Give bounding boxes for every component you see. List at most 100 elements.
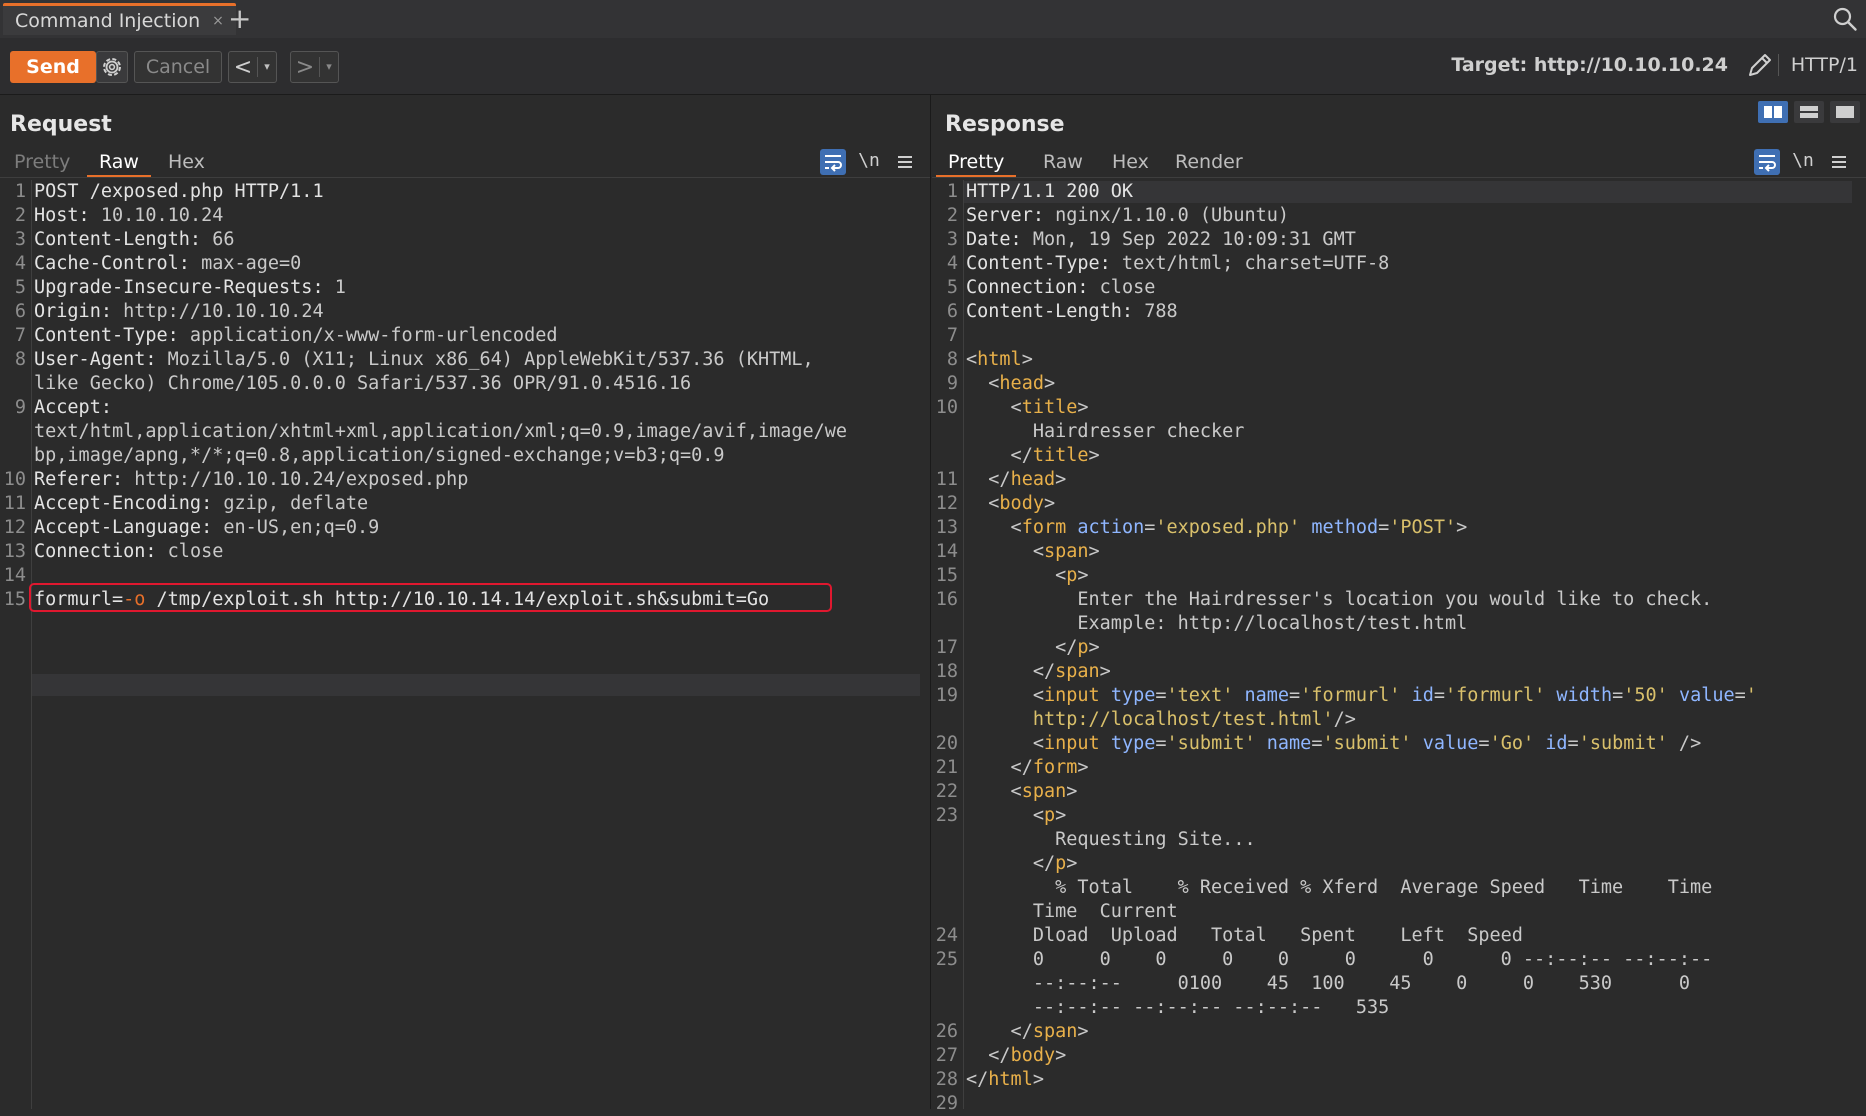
tab-close-icon[interactable]: × — [212, 13, 224, 29]
html-attr: type — [1110, 685, 1156, 706]
tab-hex[interactable]: Hex — [156, 151, 217, 177]
attr-value: http://localhost/test.html' — [1032, 709, 1334, 730]
attr-value: 'submit' — [1578, 733, 1668, 754]
tab-hex[interactable]: Hex — [1100, 151, 1161, 177]
header-value: max-age=0 — [189, 253, 302, 274]
html-tag: title — [1021, 397, 1078, 418]
header-name: Referer: — [34, 469, 124, 490]
line-number: 25 — [935, 949, 958, 970]
html-tag: input — [1043, 685, 1100, 706]
search-icon[interactable] — [1832, 6, 1858, 32]
back-dropdown-icon[interactable]: ▾ — [257, 57, 276, 77]
header-name: Host: — [34, 205, 90, 226]
line-number: 26 — [935, 1021, 958, 1042]
wrap-lines-icon[interactable] — [1754, 149, 1780, 175]
header-value: en-US,en;q=0.9 — [212, 517, 380, 538]
line-number: 14 — [3, 565, 26, 586]
cancel-button[interactable]: Cancel — [134, 51, 222, 83]
html-tag: p — [1077, 637, 1089, 658]
tab-pretty[interactable]: Pretty — [2, 151, 82, 177]
tab-raw[interactable]: Raw — [1031, 151, 1095, 177]
menu-icon[interactable] — [1826, 149, 1852, 175]
curl-output: --:--:-- --:--:-- --:--:-- 535 — [1032, 997, 1390, 1018]
request-line: Connection: close — [34, 540, 223, 564]
wrap-lines-icon[interactable] — [820, 149, 846, 175]
newline-toggle-icon[interactable]: \n — [1790, 149, 1816, 175]
curl-output: --:--:-- 0100 45 100 45 0 0 530 0 — [1032, 973, 1690, 994]
html-attr: action — [1077, 517, 1145, 538]
forward-button-group[interactable]: > ▾ — [290, 51, 339, 83]
line-number: 24 — [935, 925, 958, 946]
add-tab-icon[interactable]: + — [228, 3, 251, 35]
paragraph-text: Example: http://localhost/test.html — [1077, 613, 1468, 634]
header-value: 788 — [1133, 301, 1178, 322]
header-name: Accept: — [34, 397, 112, 418]
html-tag: form — [1032, 757, 1078, 778]
header-name: Connection: — [966, 277, 1089, 298]
forward-arrow-icon[interactable]: > — [291, 55, 319, 80]
header-name: Content-Type: — [34, 325, 179, 346]
line-number: 29 — [935, 1093, 958, 1114]
line-number: 7 — [14, 325, 26, 346]
line-number: 23 — [935, 805, 958, 826]
line-number: 7 — [946, 325, 958, 346]
attr-value: 'formurl' — [1445, 685, 1546, 706]
line-number: 11 — [935, 469, 958, 490]
current-line-highlight — [32, 674, 920, 696]
header-name: Connection: — [34, 541, 157, 562]
header-value: http://10.10.10.24 — [111, 301, 324, 322]
request-editor[interactable]: 1 2 3 4 5 6 7 8 9 10 11 12 13 14 15 POST… — [0, 180, 920, 1109]
line-number: 27 — [935, 1045, 958, 1066]
header-name: Server: — [966, 205, 1044, 226]
html-tag: input — [1043, 733, 1100, 754]
line-number: 8 — [946, 349, 958, 370]
tab-pretty[interactable]: Pretty — [936, 151, 1017, 177]
target-label: Target: http://10.10.10.24 — [1451, 54, 1728, 76]
html-tag: head — [1010, 469, 1056, 490]
single-pane-layout-icon[interactable] — [1830, 101, 1860, 123]
settings-button[interactable] — [96, 51, 128, 83]
line-number: 10 — [3, 469, 26, 490]
line-number: 21 — [935, 757, 958, 778]
header-name: Cache-Control: — [34, 253, 190, 274]
html-attr: value — [1422, 733, 1479, 754]
attr-value: 'Go' — [1489, 733, 1535, 754]
request-view-tabs: Pretty Raw Hex — [0, 147, 930, 178]
forward-dropdown-icon[interactable]: ▾ — [319, 57, 338, 77]
html-attr: id — [1545, 733, 1568, 754]
tab-command-injection[interactable]: Command Injection × — [3, 3, 236, 35]
line-number: 22 — [935, 781, 958, 802]
attr-value: 'exposed.php' — [1155, 517, 1301, 538]
paragraph-text: Requesting Site... — [1055, 829, 1256, 850]
tab-raw[interactable]: Raw — [87, 151, 151, 177]
line-number: 1 — [946, 181, 958, 202]
html-tag: html — [977, 349, 1022, 370]
response-editor[interactable]: 1 2 3 4 5 6 7 8 9 10 11 12 13 14 15 16 1… — [932, 180, 1856, 1114]
line-number: 2 — [946, 205, 958, 226]
title-text: Hairdresser checker — [1032, 421, 1245, 442]
request-line: Content-Length: 66 — [34, 228, 235, 252]
header-value: close — [1088, 277, 1156, 298]
header-name: User-Agent: — [34, 349, 157, 370]
line-number: 18 — [935, 661, 958, 682]
curl-output: Time Current — [1032, 901, 1178, 922]
stacked-layout-icon[interactable] — [1794, 101, 1824, 123]
html-tag: p — [1043, 805, 1056, 826]
html-attr: type — [1110, 733, 1156, 754]
html-tag: p — [1055, 853, 1067, 874]
header-value: Mon, 19 Sep 2022 10:09:31 GMT — [1021, 229, 1356, 250]
request-line: User-Agent: Mozilla/5.0 (X11; Linux x86_… — [34, 348, 814, 372]
back-button-group[interactable]: < ▾ — [228, 51, 277, 83]
newline-toggle-icon[interactable]: \n — [856, 149, 882, 175]
menu-icon[interactable] — [892, 149, 918, 175]
pencil-icon[interactable] — [1744, 49, 1776, 81]
attr-value: ' — [1745, 685, 1757, 706]
http-version-label[interactable]: HTTP/1 — [1777, 54, 1858, 76]
side-by-side-layout-icon[interactable] — [1758, 101, 1788, 123]
send-button[interactable]: Send — [10, 51, 96, 83]
wrap-icon — [1759, 155, 1776, 172]
tab-render[interactable]: Render — [1163, 151, 1255, 177]
back-arrow-icon[interactable]: < — [229, 55, 257, 80]
line-number: 19 — [935, 685, 958, 706]
header-value: close — [156, 541, 224, 562]
